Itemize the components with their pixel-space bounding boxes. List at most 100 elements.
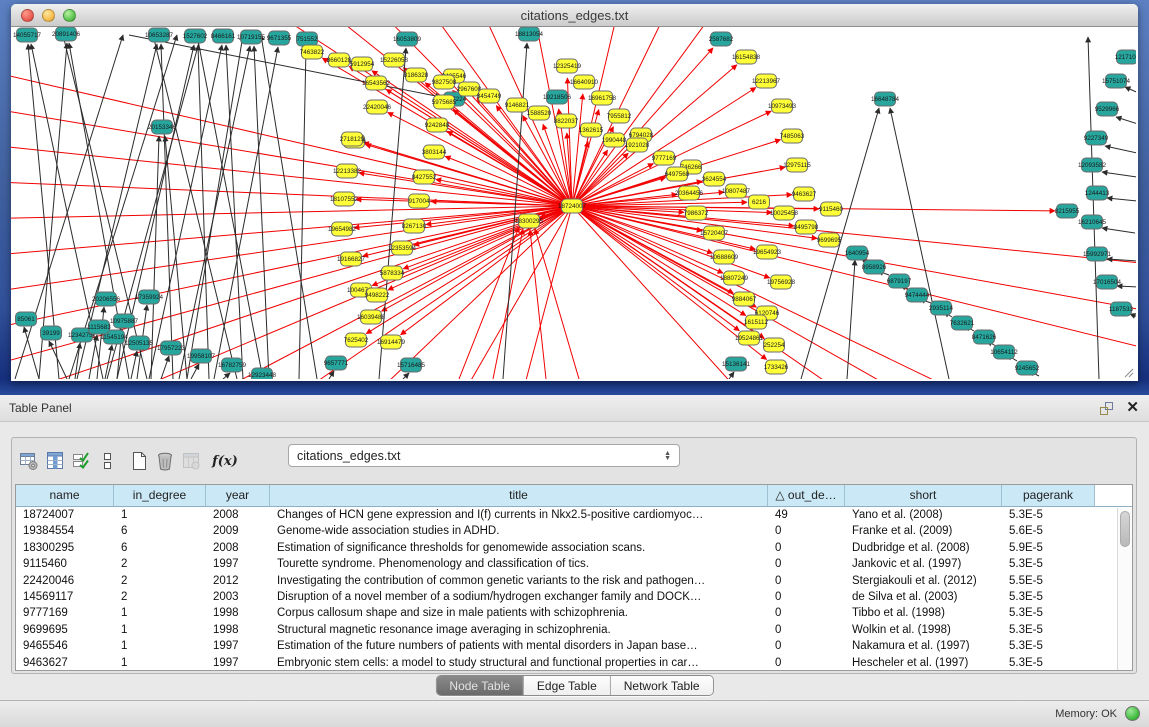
table-cell[interactable]: Structural magnetic resonance image aver… — [270, 622, 768, 638]
citation-edge-black[interactable] — [198, 45, 209, 379]
table-cell[interactable]: 1 — [114, 605, 206, 621]
citation-edge-black[interactable] — [1102, 172, 1136, 177]
graph-node[interactable]: 19756928 — [767, 275, 796, 289]
table-cell[interactable]: 14569117 — [16, 589, 114, 605]
graph-node[interactable]: 19524861 — [735, 331, 764, 345]
table-cell[interactable]: 2 — [114, 556, 206, 572]
table-cell[interactable]: Tibbo et al. (1998) — [845, 605, 1002, 621]
graph-node[interactable]: 5912954 — [350, 57, 375, 71]
table-cell[interactable]: Hescheler et al. (1997) — [845, 655, 1002, 671]
graph-node[interactable]: 9671355 — [267, 31, 292, 45]
table-cell[interactable]: 22420046 — [16, 573, 114, 589]
tab-network-table[interactable]: Network Table — [610, 676, 713, 695]
graph-node[interactable]: 17359924 — [135, 290, 164, 304]
graph-node[interactable]: 9498222 — [365, 288, 390, 302]
citation-edge-red[interactable] — [572, 206, 770, 278]
graph-node[interactable]: 22420046 — [363, 100, 392, 114]
graph-node[interactable]: 1527602 — [183, 29, 208, 43]
graph-node[interactable]: 16039488 — [357, 310, 386, 324]
table-cell[interactable]: 18724007 — [16, 507, 114, 523]
table-row[interactable]: 1830029562008Estimation of significance … — [16, 540, 1132, 556]
citation-edge-black[interactable] — [223, 373, 230, 379]
minimize-window-button[interactable] — [42, 9, 55, 22]
graph-node[interactable]: 5975685 — [432, 95, 457, 109]
table-cell[interactable]: Embryonic stem cells: a model to study s… — [270, 655, 768, 671]
table-cell[interactable]: 9115460 — [16, 556, 114, 572]
graph-node[interactable]: 16640910 — [570, 75, 599, 89]
citation-edge-black[interactable] — [1107, 198, 1136, 201]
table-cell[interactable]: Corpus callosum shape and size in male p… — [270, 605, 768, 621]
graph-node[interactable]: 15716485 — [397, 358, 426, 372]
graph-node[interactable]: 15992971 — [1083, 247, 1112, 261]
graph-node[interactable]: 8495798 — [794, 220, 819, 234]
graph-node[interactable]: 3624554 — [702, 172, 727, 186]
graph-node[interactable]: 20364456 — [675, 186, 704, 200]
graph-node[interactable]: 16782759 — [218, 358, 247, 372]
graph-node[interactable]: 3803144 — [422, 145, 447, 159]
citation-edge-black[interactable] — [729, 372, 734, 379]
graph-node[interactable]: 19654923 — [753, 245, 782, 259]
table-cell[interactable]: 0 — [768, 589, 845, 605]
graph-node[interactable]: 8186328 — [404, 68, 429, 82]
table-cell[interactable]: Franke et al. (2009) — [845, 523, 1002, 539]
graph-node[interactable]: 19958107 — [187, 349, 216, 363]
graph-node[interactable]: 16053809 — [393, 32, 422, 46]
graph-node[interactable]: 20206556 — [92, 292, 121, 306]
graph-node[interactable]: 19218506 — [543, 90, 572, 104]
table-cell[interactable]: 5.3E-5 — [1002, 638, 1095, 654]
table-cell[interactable]: 9699695 — [16, 622, 114, 638]
graph-node[interactable]: 1217104 — [1115, 50, 1136, 64]
citation-edge-black[interactable] — [403, 373, 409, 379]
table-cell[interactable]: Disruption of a novel member of a sodium… — [270, 589, 768, 605]
citation-edge-black[interactable] — [1088, 37, 1099, 379]
graph-node[interactable]: 20891406 — [52, 27, 81, 41]
table-cell[interactable]: 19384554 — [16, 523, 114, 539]
table-cell[interactable]: 5.9E-5 — [1002, 540, 1095, 556]
table-cell[interactable]: Genome-wide association studies in ADHD. — [270, 523, 768, 539]
table-cell[interactable]: 1 — [114, 622, 206, 638]
graph-node[interactable]: 7632621 — [950, 316, 975, 330]
function-builder-button[interactable]: f(x) — [212, 447, 238, 475]
table-cell[interactable]: 49 — [768, 507, 845, 523]
graph-node[interactable]: 1588520 — [527, 106, 552, 120]
graph-node[interactable]: 1640954 — [845, 246, 870, 260]
graph-node[interactable]: 9777169 — [652, 151, 677, 165]
table-cell[interactable]: 1 — [114, 655, 206, 671]
graph-node[interactable]: 7986372 — [684, 206, 709, 220]
table-cell[interactable]: 0 — [768, 638, 845, 654]
graph-node[interactable]: 16648784 — [871, 92, 900, 106]
graph-node[interactable]: 1990448 — [602, 133, 627, 147]
table-cell[interactable]: 5.3E-5 — [1002, 622, 1095, 638]
table-cell[interactable]: 0 — [768, 622, 845, 638]
graph-node[interactable]: 17957223 — [157, 341, 186, 355]
close-panel-icon[interactable]: ✕ — [1126, 400, 1139, 416]
window-titlebar[interactable]: citations_edges.txt — [11, 4, 1138, 27]
graph-node[interactable]: 10688609 — [710, 250, 739, 264]
table-selector-dropdown[interactable]: citations_edges.txt ▲▼ — [288, 444, 680, 467]
citation-edge-black[interactable] — [1102, 228, 1135, 233]
table-cell[interactable]: Yano et al. (2008) — [845, 507, 1002, 523]
graph-node[interactable]: 18300295 — [515, 214, 544, 228]
table-cell[interactable]: 5.3E-5 — [1002, 605, 1095, 621]
graph-node[interactable]: 2718129 — [340, 132, 365, 146]
graph-node[interactable]: 1187533 — [1109, 302, 1134, 316]
table-cell[interactable]: Changes of HCN gene expression and I(f) … — [270, 507, 768, 523]
graph-node[interactable]: 1244413 — [1085, 186, 1110, 200]
graph-node[interactable]: 9242848 — [425, 118, 450, 132]
citation-edge-black[interactable] — [161, 356, 169, 379]
column-header-year[interactable]: year — [206, 485, 270, 506]
table-cell[interactable]: Wolkin et al. (1998) — [845, 622, 1002, 638]
graph-node[interactable]: 2935114 — [929, 301, 954, 315]
table-cell[interactable]: Investigating the contribution of common… — [270, 573, 768, 589]
table-cell[interactable]: 9463627 — [16, 655, 114, 671]
graph-node[interactable]: 18813054 — [515, 27, 544, 41]
graph-node[interactable]: 5878334 — [380, 266, 405, 280]
column-header-name[interactable]: name — [16, 485, 114, 506]
graph-node[interactable]: 17016504 — [1093, 275, 1122, 289]
graph-node[interactable]: 7955812 — [607, 109, 632, 123]
column-header-pagerank[interactable]: pagerank — [1002, 485, 1095, 506]
table-cell[interactable]: Dudbridge et al. (2008) — [845, 540, 1002, 556]
graph-node[interactable]: 12093582 — [1078, 158, 1107, 172]
table-cell[interactable]: 2008 — [206, 540, 270, 556]
citation-edge-red[interactable] — [572, 27, 721, 206]
